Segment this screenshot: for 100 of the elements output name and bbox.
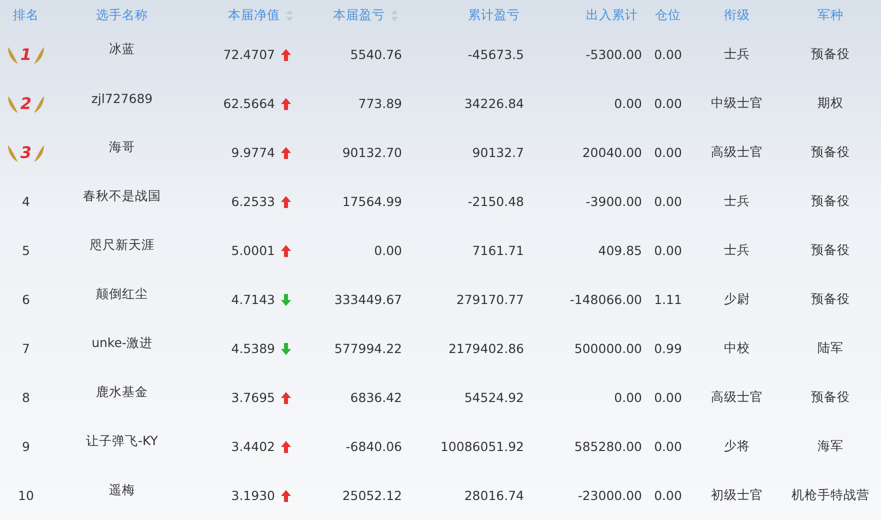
- rank-title: 士兵: [724, 46, 750, 63]
- position-value: 0.00: [654, 96, 682, 111]
- service-branch: 预备役: [811, 46, 850, 63]
- column-header: 出入累计: [586, 6, 638, 24]
- player-name: zjl727689: [91, 91, 153, 106]
- position-value: 0.00: [654, 390, 682, 405]
- service-branch: 预备役: [811, 193, 850, 210]
- column-header[interactable]: 本届净值: [228, 6, 293, 24]
- net-value: 62.5664: [223, 96, 275, 111]
- laurel-wing-icon: [32, 142, 45, 162]
- laurel-wing-icon: [7, 142, 20, 162]
- cumulative-profit: -2150.48: [468, 194, 524, 209]
- net-value: 3.4402: [231, 439, 275, 454]
- position-value: 0.00: [654, 145, 682, 160]
- rank-title: 少将: [724, 438, 750, 455]
- column-header: 仓位: [655, 6, 681, 24]
- cumulative-profit: 34226.84: [464, 96, 524, 111]
- in-out-total: 409.85: [598, 243, 642, 258]
- position-value: 0.99: [654, 341, 682, 356]
- net-value: 6.2533: [231, 194, 275, 209]
- column-header: 衔级: [724, 6, 750, 24]
- player-name: 遥梅: [109, 482, 135, 499]
- rank-number: 2: [20, 94, 32, 113]
- rank-number: 1: [20, 45, 32, 64]
- in-out-total: 0.00: [614, 96, 642, 111]
- service-branch: 机枪手特战营: [792, 487, 870, 504]
- laurel-wing-icon: [32, 44, 45, 64]
- cumulative-profit: 28016.74: [464, 488, 524, 503]
- service-branch: 预备役: [811, 389, 850, 406]
- profit-value: 90132.70: [342, 145, 402, 160]
- in-out-total: -148066.00: [570, 292, 642, 307]
- service-branch: 预备役: [811, 144, 850, 161]
- in-out-total: 500000.00: [574, 341, 642, 356]
- net-value: 4.7143: [231, 292, 275, 307]
- rank-number: 8: [22, 390, 30, 405]
- player-name: 春秋不是战国: [83, 188, 161, 205]
- profit-value: 0.00: [374, 243, 402, 258]
- net-value: 5.0001: [231, 243, 275, 258]
- laurel-wing-icon: [7, 44, 20, 64]
- column-header: 累计盈亏: [468, 6, 520, 24]
- player-name: 海哥: [109, 139, 135, 156]
- service-branch: 预备役: [811, 291, 850, 308]
- cumulative-profit: 7161.71: [472, 243, 524, 258]
- cumulative-profit: 2179402.86: [448, 341, 524, 356]
- sort-icon[interactable]: [286, 10, 293, 20]
- profit-value: 6836.42: [350, 390, 402, 405]
- sort-icon[interactable]: [391, 10, 398, 20]
- profit-value: -6840.06: [346, 439, 402, 454]
- profit-value: 5540.76: [350, 47, 402, 62]
- rank-title: 高级士官: [711, 144, 763, 161]
- net-value: 4.5389: [231, 341, 275, 356]
- rank-number: 3: [20, 143, 32, 162]
- position-value: 0.00: [654, 47, 682, 62]
- profit-value: 17564.99: [342, 194, 402, 209]
- position-value: 0.00: [654, 194, 682, 209]
- position-value: 0.00: [654, 488, 682, 503]
- rank-title: 少尉: [724, 291, 750, 308]
- cumulative-profit: 10086051.92: [440, 439, 524, 454]
- in-out-total: 0.00: [614, 390, 642, 405]
- service-branch: 预备役: [811, 242, 850, 259]
- profit-value: 25052.12: [342, 488, 402, 503]
- net-value: 3.7695: [231, 390, 275, 405]
- in-out-total: 20040.00: [582, 145, 642, 160]
- rank-number: 9: [22, 439, 30, 454]
- service-branch: 海军: [818, 438, 844, 455]
- rank-number: 6: [22, 292, 30, 307]
- player-name: 冰蓝: [109, 41, 135, 58]
- player-name: 颠倒红尘: [96, 286, 148, 303]
- position-value: 0.00: [654, 439, 682, 454]
- rank-title: 中校: [724, 340, 750, 357]
- cumulative-profit: -45673.5: [468, 47, 524, 62]
- laurel-wing-icon: [7, 94, 20, 114]
- rank-number: 4: [22, 194, 30, 209]
- service-branch: 陆军: [818, 340, 844, 357]
- in-out-total: -5300.00: [586, 47, 642, 62]
- net-value: 9.9774: [231, 145, 275, 160]
- player-name: 咫尺新天涯: [90, 237, 154, 254]
- service-branch: 期权: [818, 95, 844, 112]
- rank-number: 10: [18, 488, 34, 503]
- net-value: 72.4707: [223, 47, 275, 62]
- net-value: 3.1930: [231, 488, 275, 503]
- player-name: 鹿水基金: [96, 384, 148, 401]
- profit-value: 333449.67: [334, 292, 402, 307]
- player-name: 让子弹飞-KY: [86, 433, 158, 450]
- rank-number: 5: [22, 243, 30, 258]
- cumulative-profit: 279170.77: [456, 292, 524, 307]
- cumulative-profit: 54524.92: [464, 390, 524, 405]
- rank-title: 士兵: [724, 242, 750, 259]
- position-value: 0.00: [654, 243, 682, 258]
- rank-title: 初级士官: [711, 487, 763, 504]
- position-value: 1.11: [654, 292, 682, 307]
- in-out-total: -23000.00: [578, 488, 642, 503]
- in-out-total: -3900.00: [586, 194, 642, 209]
- column-header: 排名: [13, 6, 39, 24]
- column-header: 军种: [818, 6, 844, 24]
- column-header[interactable]: 本届盈亏: [333, 6, 398, 24]
- in-out-total: 585280.00: [574, 439, 642, 454]
- rank-title: 中级士官: [711, 95, 763, 112]
- rank-number: 7: [22, 341, 30, 356]
- profit-value: 773.89: [358, 96, 402, 111]
